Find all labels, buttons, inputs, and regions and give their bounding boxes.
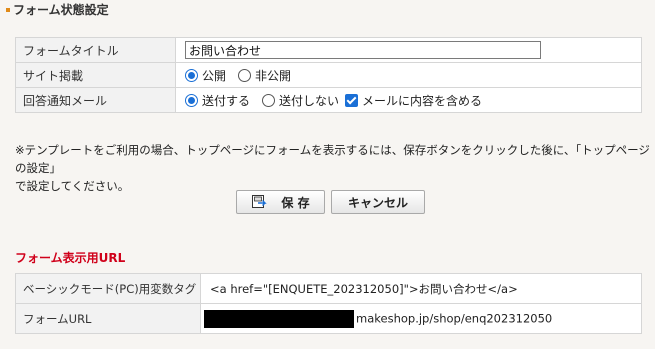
template-note-line1: ※テンプレートをご利用の場合、トップページにフォームを表示するには、保存ボタンを… (15, 143, 650, 175)
include-content-label: メールに内容を含める (362, 93, 483, 108)
notify-option-send[interactable]: 送付する (185, 92, 250, 109)
form-settings-table: フォームタイトル サイト掲載 公開 非公開 回答通知メール (15, 37, 642, 113)
table-row: ベーシックモード(PC)用変数タグ <a href="[ENQUETE_2023… (15, 273, 642, 304)
include-content-checkbox[interactable]: メールに内容を含める (345, 92, 482, 109)
publish-row: サイト掲載 公開 非公開 (15, 62, 642, 88)
publish-option-public-label: 公開 (202, 68, 227, 83)
checkbox-checked-icon[interactable] (345, 93, 359, 107)
table-row: フォームURL makeshop.jp/shop/enq202312050 (15, 303, 642, 334)
save-button[interactable]: 保 存 (236, 190, 325, 214)
template-note: ※テンプレートをご利用の場合、トップページにフォームを表示するには、保存ボタンを… (15, 141, 655, 195)
notify-option-nosend-label: 送付しない (279, 93, 340, 108)
url-section-title: フォーム表示用URL (15, 251, 126, 265)
save-icon (251, 194, 268, 210)
radio-checked-icon[interactable] (185, 68, 198, 82)
radio-checked-icon[interactable] (185, 93, 198, 107)
radio-unchecked-icon[interactable] (238, 68, 252, 82)
publish-option-private-label: 非公開 (255, 68, 292, 83)
notify-radio-group: 送付する 送付しない メールに内容を含める (185, 92, 641, 109)
variable-tag-value: <a href="[ENQUETE_202312050]">お問い合わせ</a> (200, 273, 642, 304)
publish-option-private[interactable]: 非公開 (238, 67, 291, 84)
notify-option-send-label: 送付する (202, 93, 251, 108)
radio-unchecked-icon[interactable] (262, 93, 276, 107)
publish-radio-group: 公開 非公開 (185, 67, 641, 84)
cancel-button[interactable]: キャンセル (331, 190, 425, 214)
notify-label: 回答通知メール (15, 87, 176, 113)
section-title: フォーム状態設定 (6, 1, 109, 18)
variable-tag-label: ベーシックモード(PC)用変数タグ (15, 273, 201, 304)
form-title-row: フォームタイトル (15, 37, 642, 63)
bullet-square-icon (6, 7, 10, 12)
form-url-label: フォームURL (15, 303, 201, 334)
publish-option-public[interactable]: 公開 (185, 67, 226, 84)
publish-label: サイト掲載 (15, 62, 176, 88)
form-url-table: ベーシックモード(PC)用変数タグ <a href="[ENQUETE_2023… (15, 273, 642, 334)
save-button-label: 保 存 (281, 195, 310, 210)
notify-row: 回答通知メール 送付する 送付しない メールに内容を含める (15, 87, 642, 113)
redacted-block (204, 309, 354, 328)
notify-option-nosend[interactable]: 送付しない (262, 92, 339, 109)
section-title-text: フォーム状態設定 (13, 3, 109, 17)
form-url-value: makeshop.jp/shop/enq202312050 (356, 311, 553, 325)
form-title-input[interactable] (185, 41, 541, 59)
form-title-label: フォームタイトル (15, 37, 176, 63)
